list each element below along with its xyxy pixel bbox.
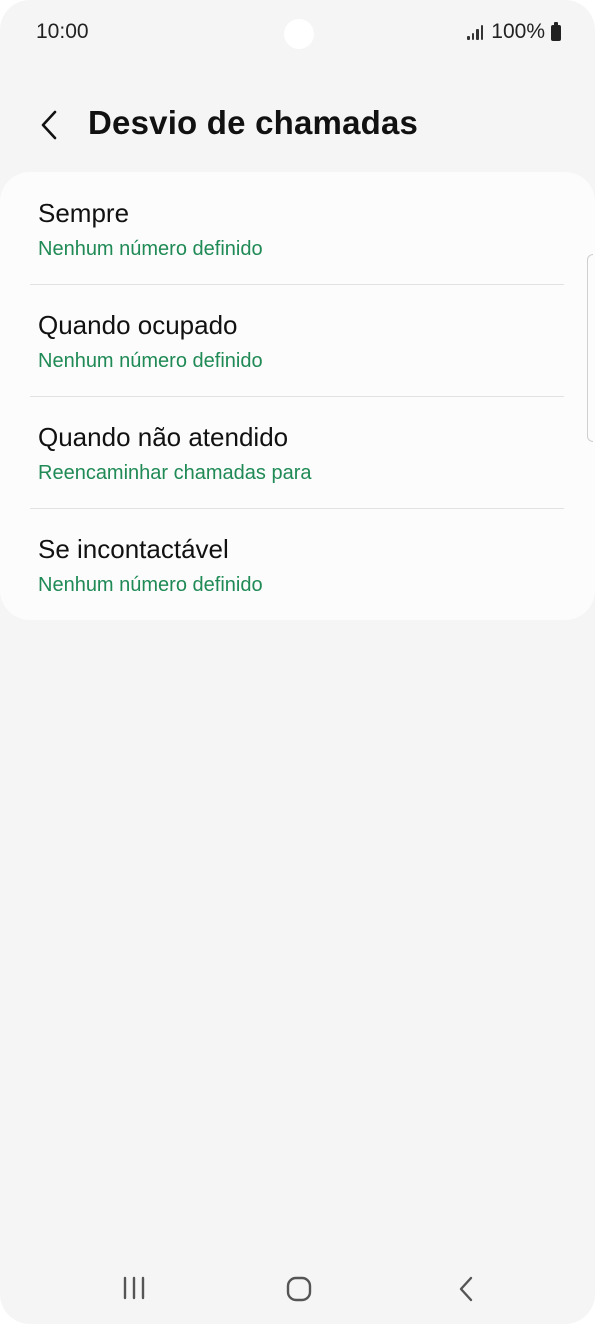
scrollbar[interactable]	[587, 254, 593, 442]
battery-percentage: 100%	[491, 20, 545, 43]
recents-button[interactable]	[120, 1274, 148, 1302]
list-item-title: Se incontactável	[38, 534, 229, 564]
home-icon	[286, 1276, 312, 1302]
list-item-when-busy[interactable]: Quando ocupado Nenhum número definido	[0, 284, 595, 396]
list-item-when-unreachable[interactable]: Se incontactável Nenhum número definido	[0, 508, 595, 620]
call-forwarding-list: Sempre Nenhum número definido Quando ocu…	[0, 172, 595, 620]
status-time: 10:00	[36, 20, 89, 43]
navigation-bar	[0, 1252, 595, 1324]
back-arrow-icon	[41, 110, 57, 140]
list-item-title: Quando ocupado	[38, 310, 238, 340]
list-item-title: Quando não atendido	[38, 422, 289, 452]
list-item-subtitle: Nenhum número definido	[38, 238, 263, 260]
home-button[interactable]	[284, 1274, 314, 1304]
page-title: Desvio de chamadas	[88, 104, 419, 141]
list-item-subtitle: Reencaminhar chamadas para	[38, 462, 312, 484]
nav-back-button[interactable]	[452, 1274, 480, 1304]
battery-icon	[551, 22, 561, 41]
list-item-title: Sempre	[38, 198, 130, 228]
back-icon	[459, 1276, 473, 1302]
camera-hole	[284, 19, 314, 49]
list-item-always[interactable]: Sempre Nenhum número definido	[0, 172, 595, 284]
list-item-subtitle: Nenhum número definido	[38, 350, 263, 372]
list-item-when-unanswered[interactable]: Quando não atendido Reencaminhar chamada…	[0, 396, 595, 508]
list-item-subtitle: Nenhum número definido	[38, 574, 263, 596]
status-icons: 100%	[467, 20, 561, 44]
app-bar: Desvio de chamadas	[0, 90, 595, 160]
back-button[interactable]	[30, 106, 68, 144]
recents-icon	[123, 1276, 145, 1300]
signal-icon	[467, 24, 485, 40]
status-bar: 10:00 100%	[0, 0, 595, 66]
phone-screen: 10:00 100% Desvio de chamadas Sempre Nen…	[0, 0, 595, 1324]
